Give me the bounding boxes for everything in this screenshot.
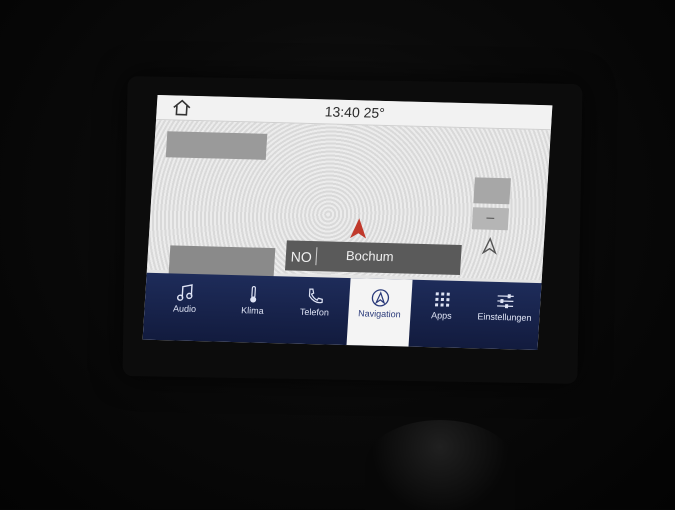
nav-einstellungen-label: Einstellungen	[477, 311, 532, 322]
infotainment-screen: 13:40 25° – NO Bochum Audio	[143, 95, 553, 350]
heading-label: NO	[290, 249, 312, 266]
vehicle-position-icon	[349, 217, 368, 239]
nav-navigation[interactable]: Navigation	[347, 278, 413, 347]
zoom-out-label: –	[486, 209, 495, 225]
map-panel-top-left	[166, 131, 268, 160]
nav-telefon[interactable]: Telefon	[283, 276, 347, 344]
divider	[315, 247, 317, 265]
street-name: Bochum	[346, 248, 395, 264]
nav-klima[interactable]: Klima	[221, 275, 285, 343]
thermometer-icon	[243, 285, 264, 304]
nav-audio-label: Audio	[173, 303, 197, 314]
apps-grid-icon	[432, 290, 453, 309]
compass-icon[interactable]	[478, 235, 501, 256]
nav-telefon-label: Telefon	[300, 307, 330, 318]
zoom-out-button[interactable]: –	[472, 207, 509, 230]
time-temperature: 13:40 25°	[324, 103, 385, 121]
control-knob[interactable]	[365, 420, 515, 510]
home-icon[interactable]	[170, 97, 193, 118]
phone-icon	[305, 287, 326, 306]
nav-apps[interactable]: Apps	[414, 280, 468, 348]
nav-navigation-label: Navigation	[358, 308, 401, 319]
nav-apps-label: Apps	[431, 310, 452, 321]
sliders-icon	[495, 292, 516, 311]
navigation-icon	[370, 289, 391, 308]
nav-audio[interactable]: Audio	[153, 273, 217, 341]
main-nav-bar: Audio Klima Telefon Navigation	[143, 273, 542, 350]
current-street-bar: NO Bochum	[285, 240, 462, 275]
zoom-in-button[interactable]	[473, 177, 511, 204]
nav-einstellungen[interactable]: Einstellungen	[468, 281, 540, 350]
music-note-icon	[175, 284, 196, 303]
nav-klima-label: Klima	[241, 305, 264, 316]
